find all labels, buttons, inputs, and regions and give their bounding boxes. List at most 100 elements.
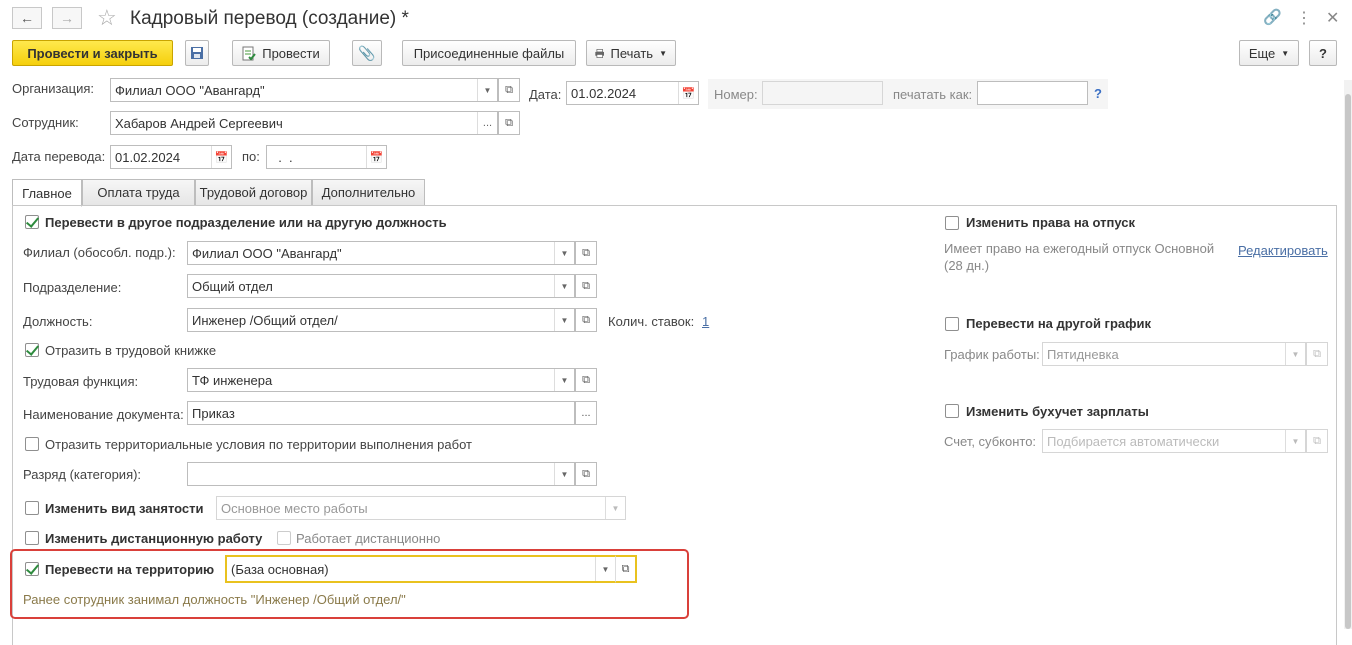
- more-button[interactable]: Еще ▼: [1239, 40, 1299, 66]
- tab-contract[interactable]: Трудовой договор: [195, 179, 312, 206]
- chevron-down-icon[interactable]: ▼: [605, 497, 625, 519]
- open-icon[interactable]: ⧉: [575, 274, 597, 298]
- to-label: по:: [242, 149, 260, 164]
- chevron-down-icon[interactable]: ▼: [595, 557, 615, 581]
- branch-label: Филиал (обособл. подр.):: [23, 245, 176, 260]
- open-icon[interactable]: ⧉: [575, 462, 597, 486]
- chevron-down-icon[interactable]: ▼: [554, 309, 574, 331]
- docname-field[interactable]: Приказ: [187, 401, 575, 425]
- paperclip-icon: 📎: [358, 44, 376, 61]
- transfer-dept-label: Перевести в другое подразделение или на …: [45, 215, 447, 230]
- save-icon: [191, 47, 203, 59]
- open-icon[interactable]: ⧉: [615, 555, 637, 583]
- attach-button[interactable]: 📎: [352, 40, 382, 66]
- chevron-down-icon[interactable]: ▼: [554, 369, 574, 391]
- open-icon[interactable]: ⧉: [575, 241, 597, 265]
- rates-label: Колич. ставок:: [608, 314, 695, 329]
- post-and-close-button[interactable]: Провести и закрыть: [12, 40, 173, 66]
- close-icon[interactable]: ✕: [1326, 8, 1339, 28]
- territorial-checkbox[interactable]: [25, 437, 39, 451]
- schedule-field-label: График работы:: [944, 347, 1040, 362]
- attached-files-button[interactable]: Присоединенные файлы: [402, 40, 576, 66]
- schedule-checkbox[interactable]: [945, 317, 959, 331]
- to-date-field[interactable]: . . 📅: [266, 145, 387, 169]
- chevron-down-icon[interactable]: ▼: [554, 463, 574, 485]
- employment-checkbox[interactable]: [25, 501, 39, 515]
- org-field[interactable]: Филиал ООО "Авангард" ▼: [110, 78, 498, 102]
- open-icon[interactable]: ⧉: [498, 78, 520, 102]
- print-as-field[interactable]: [977, 81, 1088, 105]
- dept-field[interactable]: Общий отдел ▼: [187, 274, 575, 298]
- chevron-down-icon[interactable]: ▼: [1285, 430, 1305, 452]
- remote-works-checkbox[interactable]: [277, 531, 291, 545]
- edit-link[interactable]: Редактировать: [1238, 243, 1328, 258]
- title-bar: ← → ☆ Кадровый перевод (создание) * 🔗 ⋮ …: [0, 0, 1352, 38]
- territory-label: Перевести на территорию: [45, 562, 215, 577]
- tab-main[interactable]: Главное: [12, 179, 82, 207]
- help-button[interactable]: ?: [1309, 40, 1337, 66]
- ellipsis-icon[interactable]: ...: [477, 112, 497, 134]
- calendar-icon[interactable]: 📅: [211, 146, 231, 168]
- number-field[interactable]: [762, 81, 883, 105]
- vacation-checkbox[interactable]: [945, 216, 959, 230]
- open-icon[interactable]: ⧉: [575, 308, 597, 332]
- employment-label: Изменить вид занятости: [45, 501, 204, 516]
- link-icon[interactable]: 🔗: [1263, 8, 1282, 26]
- remote-checkbox[interactable]: [25, 531, 39, 545]
- chevron-down-icon[interactable]: ▼: [554, 242, 574, 264]
- vacation-info-days: (28 дн.): [944, 258, 990, 273]
- territory-checkbox[interactable]: [25, 562, 39, 576]
- chevron-down-icon[interactable]: ▼: [1285, 343, 1305, 365]
- transfer-dept-checkbox[interactable]: [25, 215, 39, 229]
- branch-field[interactable]: Филиал ООО "Авангард" ▼: [187, 241, 575, 265]
- grade-field[interactable]: ▼: [187, 462, 575, 486]
- previous-position-note: Ранее сотрудник занимал должность "Инжен…: [23, 592, 406, 607]
- open-icon[interactable]: ⧉: [1306, 342, 1328, 366]
- back-button[interactable]: ←: [12, 7, 42, 29]
- vertical-scrollbar[interactable]: [1344, 80, 1352, 629]
- transfer-date-field[interactable]: 01.02.2024 📅: [110, 145, 232, 169]
- ellipsis-icon[interactable]: ...: [575, 401, 597, 425]
- dept-label: Подразделение:: [23, 280, 122, 295]
- employment-field[interactable]: Основное место работы ▼: [216, 496, 626, 520]
- vacation-info: Имеет право на ежегодный отпуск Основной: [944, 241, 1215, 256]
- forward-button[interactable]: →: [52, 7, 82, 29]
- position-field[interactable]: Инженер /Общий отдел/▼: [187, 308, 575, 332]
- position-label: Должность:: [23, 314, 93, 329]
- save-button[interactable]: [185, 40, 209, 66]
- rates-link[interactable]: 1: [702, 314, 709, 329]
- page-title: Кадровый перевод (создание) *: [130, 8, 409, 29]
- tab-payment[interactable]: Оплата труда: [82, 179, 195, 206]
- workbook-checkbox[interactable]: [25, 343, 39, 357]
- more-vertical-icon[interactable]: ⋮: [1296, 8, 1312, 28]
- account-field[interactable]: Подбирается автоматически ▼: [1042, 429, 1306, 453]
- chevron-down-icon[interactable]: ▼: [554, 275, 574, 297]
- open-icon[interactable]: ⧉: [1306, 429, 1328, 453]
- remote-label: Изменить дистанционную работу: [45, 531, 263, 546]
- grade-label: Разряд (категория):: [23, 467, 142, 482]
- docname-label: Наименование документа:: [23, 407, 184, 422]
- schedule-label: Перевести на другой график: [966, 316, 1152, 331]
- remote-works-label: Работает дистанционно: [296, 531, 441, 546]
- date-field[interactable]: 01.02.2024 📅: [566, 81, 699, 105]
- calendar-icon[interactable]: 📅: [678, 82, 698, 104]
- open-icon[interactable]: ⧉: [575, 368, 597, 392]
- help-link[interactable]: ?: [1094, 86, 1102, 101]
- scrollbar-thumb[interactable]: [1345, 94, 1351, 629]
- territory-field[interactable]: (База основная) ▼: [225, 555, 617, 583]
- calendar-icon[interactable]: 📅: [366, 146, 386, 168]
- arrow-left-icon: ←: [20, 10, 34, 26]
- chevron-down-icon[interactable]: ▼: [477, 79, 497, 101]
- open-icon[interactable]: ⧉: [498, 111, 520, 135]
- chevron-down-icon: ▼: [1281, 48, 1290, 58]
- favorite-star-icon[interactable]: ☆: [97, 5, 117, 31]
- schedule-field[interactable]: Пятидневка ▼: [1042, 342, 1306, 366]
- accounting-checkbox[interactable]: [945, 404, 959, 418]
- function-field[interactable]: ТФ инженера ▼: [187, 368, 575, 392]
- tab-additional[interactable]: Дополнительно: [312, 179, 425, 206]
- employee-field[interactable]: Хабаров Андрей Сергеевич...: [110, 111, 498, 135]
- print-button[interactable]: Печать ▼: [586, 40, 676, 66]
- number-label: Номер:: [714, 87, 758, 102]
- post-button[interactable]: Провести: [232, 40, 330, 66]
- transfer-date-label: Дата перевода:: [12, 149, 106, 164]
